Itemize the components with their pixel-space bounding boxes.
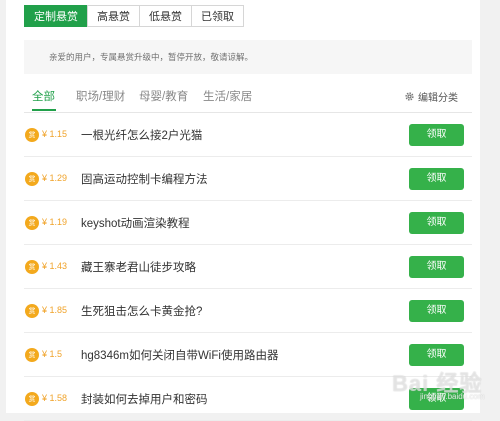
list-item: 赏 ¥ 1.15 一根光纤怎么接2户光猫 领取 xyxy=(24,113,472,157)
question-title[interactable]: keyshot动画渲染教程 xyxy=(81,215,190,231)
claim-button[interactable]: 领取 xyxy=(409,344,464,366)
reward-amount: ¥ 1.19 xyxy=(42,217,68,227)
edit-categories-label: 编辑分类 xyxy=(418,93,458,104)
coin-icon: 赏 xyxy=(25,348,39,362)
question-title[interactable]: 藏王寨老君山徒步攻略 xyxy=(81,259,196,275)
reward-amount: ¥ 1.58 xyxy=(42,393,68,403)
claim-button[interactable]: 领取 xyxy=(409,300,464,322)
notice-banner: 亲爱的用户，专属悬赏升级中，暂停开放，敬请谅解。 xyxy=(24,40,472,74)
reward-amount: ¥ 1.29 xyxy=(42,173,68,183)
reward-amount: ¥ 1.5 xyxy=(42,349,63,359)
category-career-finance[interactable]: 职场/理财 xyxy=(76,88,125,104)
list-item: 赏 ¥ 1.85 生死狙击怎么卡黄金抢? 领取 xyxy=(24,289,472,333)
tab-high-reward[interactable]: 高悬赏 xyxy=(87,5,140,27)
question-title[interactable]: 生死狙击怎么卡黄金抢? xyxy=(81,303,202,319)
tab-low-reward[interactable]: 低悬赏 xyxy=(139,5,192,27)
category-all[interactable]: 全部 xyxy=(32,88,55,104)
active-category-underline xyxy=(32,109,56,111)
coin-icon: 赏 xyxy=(25,128,39,142)
list-item: 赏 ¥ 1.29 固高运动控制卡编程方法 领取 xyxy=(24,157,472,201)
reward-amount: ¥ 1.85 xyxy=(42,305,68,315)
coin-icon: 赏 xyxy=(25,172,39,186)
list-item: 赏 ¥ 1.19 keyshot动画渲染教程 领取 xyxy=(24,201,472,245)
coin-icon: 赏 xyxy=(25,260,39,274)
category-life-home[interactable]: 生活/家居 xyxy=(203,88,252,104)
claim-button[interactable]: 领取 xyxy=(409,212,464,234)
question-title[interactable]: 封装如何去掉用户和密码 xyxy=(81,391,208,407)
reward-amount: ¥ 1.43 xyxy=(42,261,68,271)
baidu-watermark-url: jingyan.baidu.com xyxy=(420,392,485,401)
question-title[interactable]: 一根光纤怎么接2户光猫 xyxy=(81,127,202,143)
tab-claimed[interactable]: 已领取 xyxy=(191,5,244,27)
tab-custom-reward[interactable]: 定制悬赏 xyxy=(24,5,88,27)
gear-icon xyxy=(405,92,414,101)
reward-amount: ¥ 1.15 xyxy=(42,129,68,139)
coin-icon: 赏 xyxy=(25,216,39,230)
edit-categories-button[interactable]: 编辑分类 xyxy=(404,89,458,104)
list-item: 赏 ¥ 1.43 藏王寨老君山徒步攻略 领取 xyxy=(24,245,472,289)
coin-icon: 赏 xyxy=(25,392,39,406)
reward-type-tabs: 定制悬赏 高悬赏 低悬赏 已领取 xyxy=(24,5,244,27)
claim-button[interactable]: 领取 xyxy=(409,256,464,278)
coin-icon: 赏 xyxy=(25,304,39,318)
claim-button[interactable]: 领取 xyxy=(409,168,464,190)
category-tabs: 全部 职场/理财 母婴/教育 生活/家居 编辑分类 xyxy=(24,82,472,112)
claim-button[interactable]: 领取 xyxy=(409,124,464,146)
question-title[interactable]: 固高运动控制卡编程方法 xyxy=(81,171,208,187)
category-parenting-education[interactable]: 母婴/教育 xyxy=(139,88,188,104)
question-title[interactable]: hg8346m如何关闭自带WiFi使用路由器 xyxy=(81,347,278,363)
reward-panel: 定制悬赏 高悬赏 低悬赏 已领取 亲爱的用户，专属悬赏升级中，暂停开放，敬请谅解… xyxy=(6,0,480,421)
